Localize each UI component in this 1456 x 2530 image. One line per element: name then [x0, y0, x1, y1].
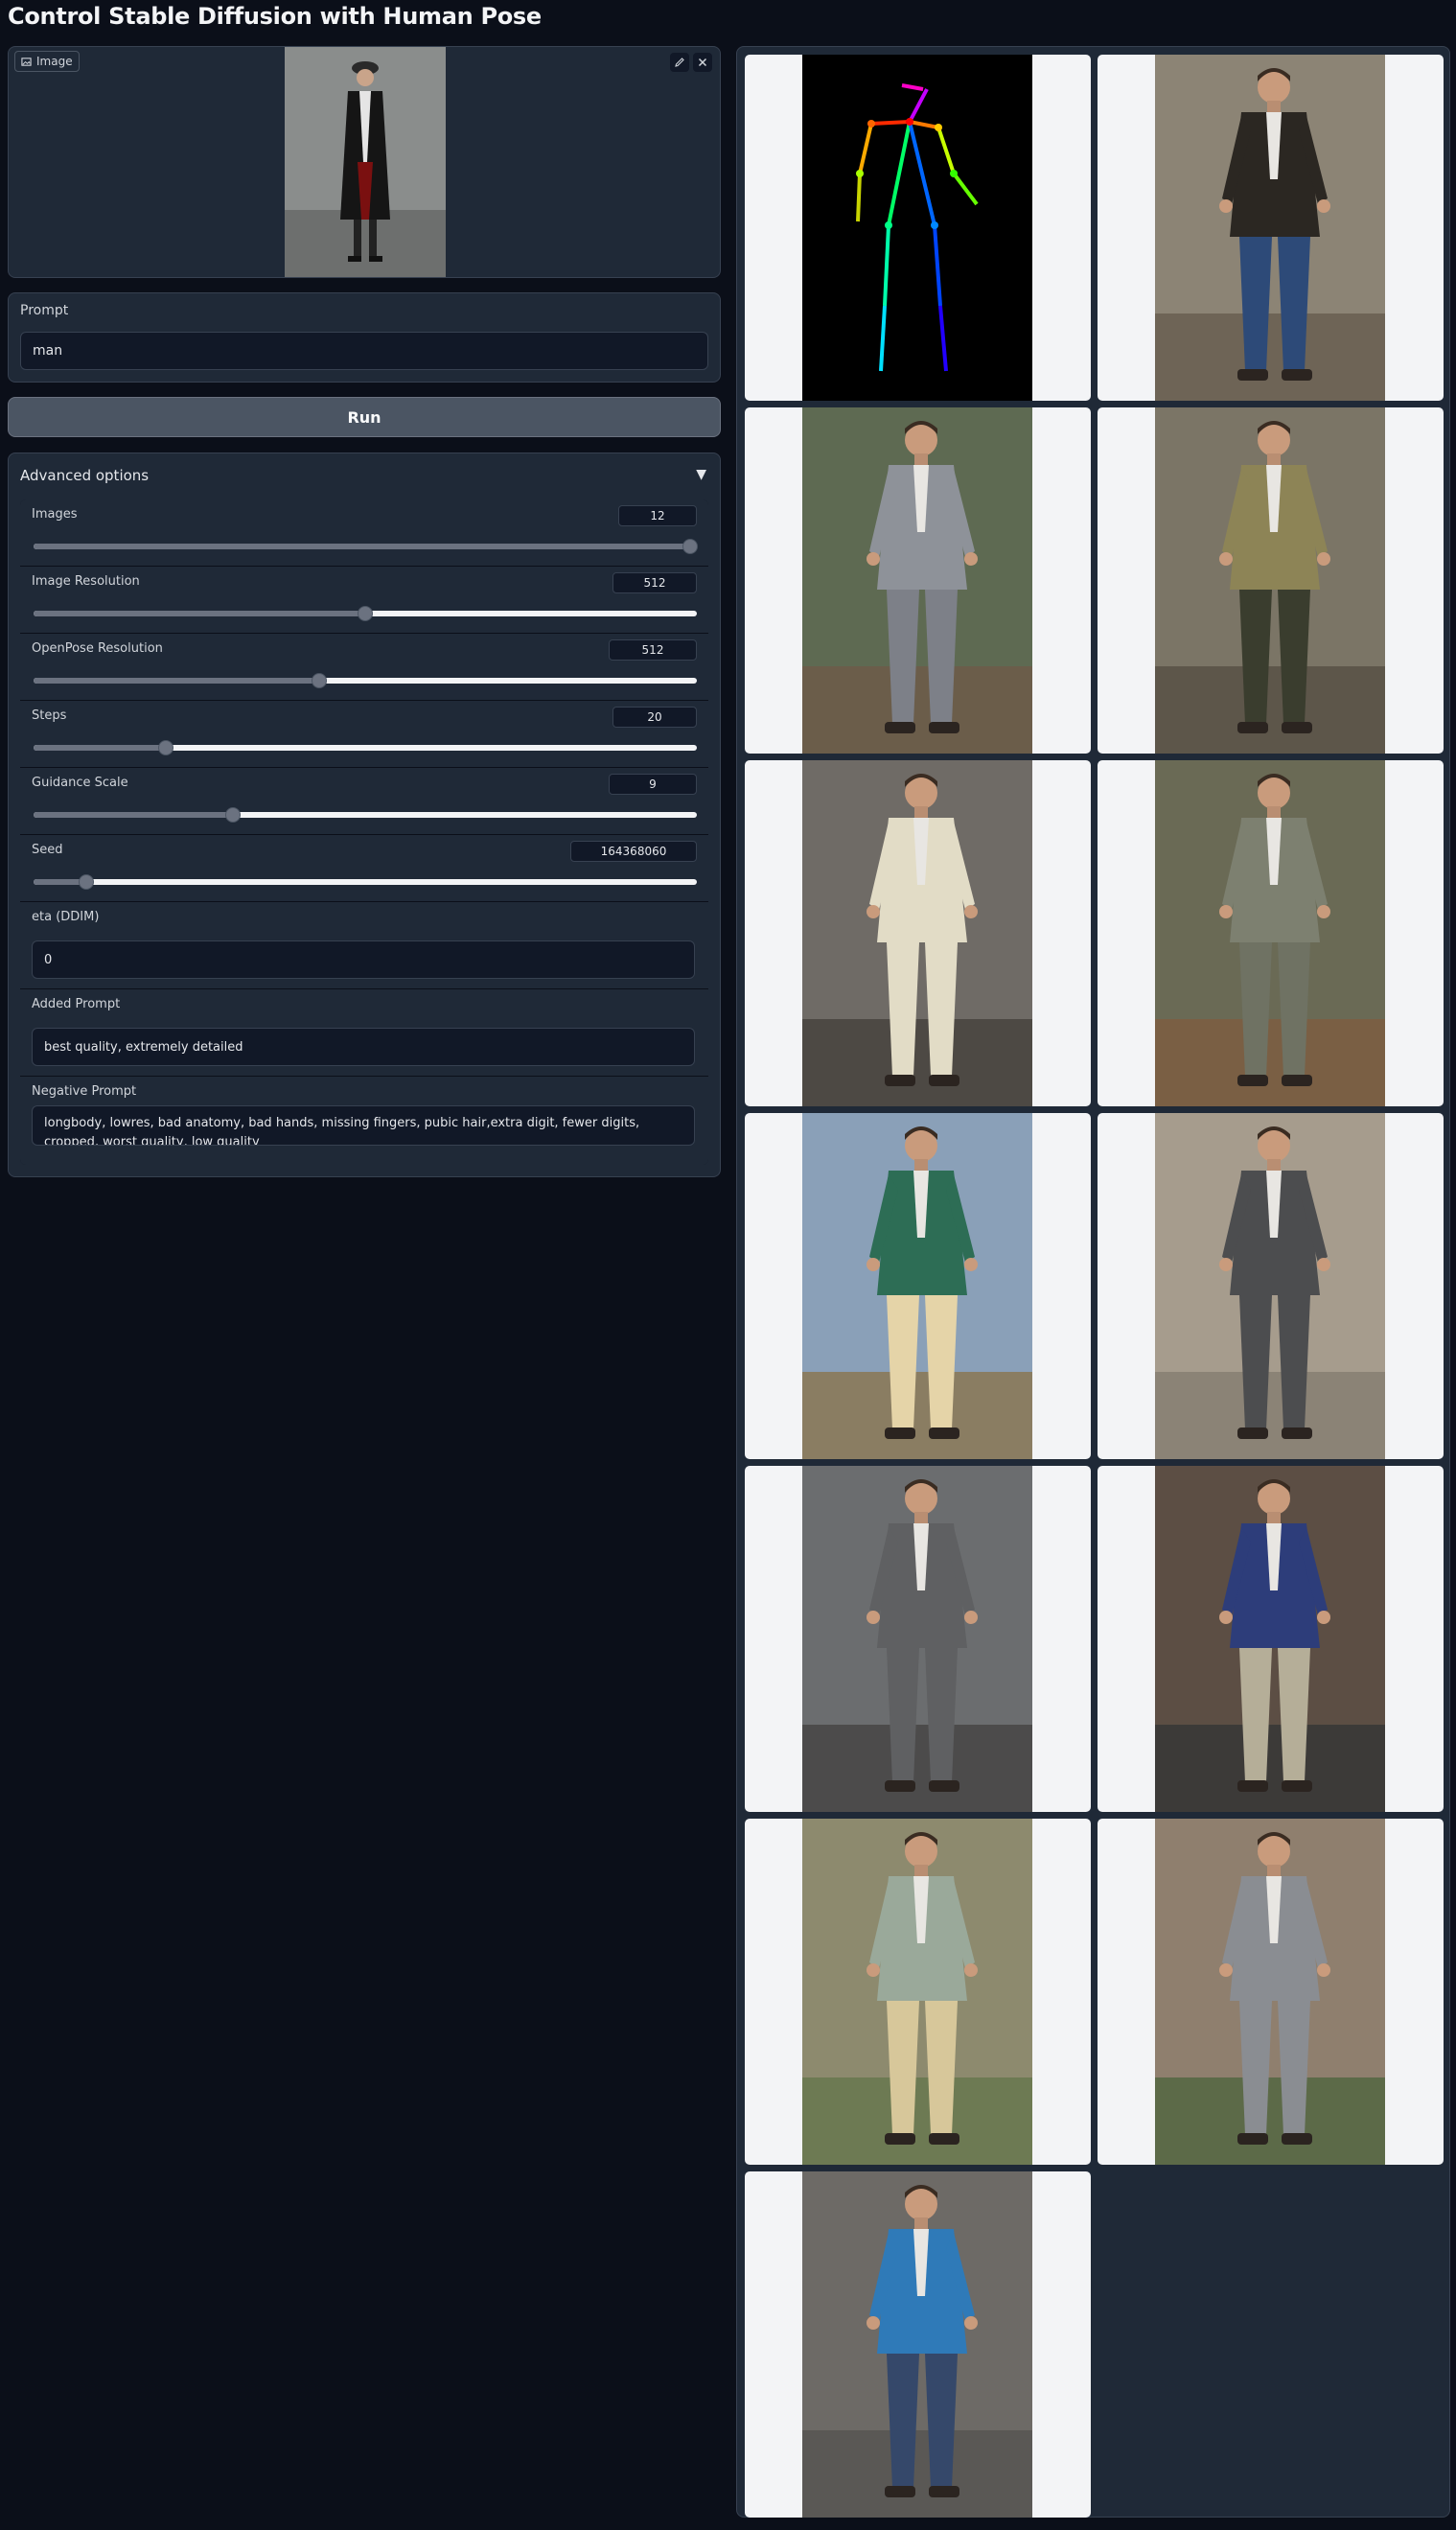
slider-track[interactable] — [34, 874, 697, 890]
slider-label: Images — [32, 507, 78, 522]
slider-number-input[interactable]: 164368060 — [570, 841, 697, 862]
slider-steps: Steps 20 — [20, 701, 708, 768]
slider-thumb[interactable] — [79, 874, 95, 890]
slider-thumb[interactable] — [311, 673, 327, 688]
pencil-icon — [675, 58, 684, 67]
slider-openpose-resolution: OpenPose Resolution 512 — [20, 634, 708, 701]
added-prompt-input[interactable]: best quality, extremely detailed — [32, 1028, 695, 1066]
gallery-item[interactable] — [745, 407, 1091, 754]
slider-thumb[interactable] — [358, 606, 373, 621]
eta-field: eta (DDIM) 0 — [20, 902, 708, 989]
image-label-text: Image — [36, 55, 73, 68]
slider-fill — [34, 812, 233, 818]
slider-label: Image Resolution — [32, 574, 140, 589]
slider-label: Steps — [32, 708, 67, 723]
slider-track[interactable] — [34, 606, 697, 621]
negative-prompt-input[interactable]: longbody, lowres, bad anatomy, bad hands… — [32, 1105, 695, 1146]
slider-thumb[interactable] — [682, 539, 699, 554]
run-button[interactable]: Run — [8, 397, 721, 437]
slider-label: Guidance Scale — [32, 776, 128, 790]
clear-image-button[interactable] — [693, 53, 712, 72]
image-label: Image — [14, 51, 80, 72]
generated-image — [1155, 1466, 1385, 1812]
gallery-item[interactable] — [745, 55, 1091, 401]
slider-fill — [34, 544, 691, 549]
prompt-input[interactable]: man — [20, 332, 708, 370]
slider-number-input[interactable]: 20 — [612, 707, 697, 728]
slider-seed: Seed 164368060 — [20, 835, 708, 902]
eta-label: eta (DDIM) — [32, 910, 100, 924]
result-gallery — [736, 46, 1450, 2518]
slider-number-input[interactable]: 512 — [612, 572, 697, 593]
gallery-item[interactable] — [1098, 407, 1444, 754]
edit-button[interactable] — [670, 53, 689, 72]
slider-image-resolution: Image Resolution 512 — [20, 567, 708, 634]
slider-guidance-scale: Guidance Scale 9 — [20, 768, 708, 835]
prompt-panel: Prompt man — [8, 292, 721, 383]
slider-track[interactable] — [34, 673, 697, 688]
gallery-item[interactable] — [745, 760, 1091, 1106]
slider-fill — [34, 678, 319, 684]
slider-number-input[interactable]: 9 — [609, 774, 697, 795]
gallery-item[interactable] — [745, 1466, 1091, 1812]
generated-image — [1155, 55, 1385, 401]
close-icon — [698, 58, 707, 67]
prompt-label: Prompt — [20, 303, 69, 318]
gallery-item[interactable] — [745, 2171, 1091, 2518]
advanced-options-body: Images 12 Image Resolution 512 OpenPose … — [20, 499, 708, 1165]
generated-image — [802, 1819, 1032, 2165]
gallery-item[interactable] — [1098, 1113, 1444, 1459]
pose-skeleton-image — [802, 55, 1032, 401]
slider-thumb[interactable] — [224, 807, 241, 823]
generated-image — [802, 2171, 1032, 2518]
slider-fill — [34, 745, 167, 751]
generated-image — [1155, 760, 1385, 1106]
generated-image — [1155, 1113, 1385, 1459]
image-upload-panel[interactable]: Image — [8, 46, 721, 278]
gallery-item[interactable] — [1098, 55, 1444, 401]
slider-label: Seed — [32, 843, 63, 857]
negative-prompt-label: Negative Prompt — [32, 1084, 137, 1099]
generated-image — [802, 407, 1032, 754]
generated-image — [802, 1466, 1032, 1812]
slider-track[interactable] — [34, 807, 697, 823]
slider-fill — [34, 611, 365, 616]
gallery-item[interactable] — [745, 1819, 1091, 2165]
added-prompt-field: Added Prompt best quality, extremely det… — [20, 989, 708, 1077]
accordion-toggle-icon[interactable]: ▼ — [696, 467, 706, 482]
gallery-item[interactable] — [745, 1113, 1091, 1459]
input-image — [285, 47, 446, 277]
generated-image — [802, 760, 1032, 1106]
eta-input[interactable]: 0 — [32, 940, 695, 979]
slider-track[interactable] — [34, 539, 699, 554]
advanced-options-title[interactable]: Advanced options — [20, 467, 149, 484]
page-title: Control Stable Diffusion with Human Pose — [8, 3, 542, 30]
added-prompt-label: Added Prompt — [32, 997, 121, 1011]
generated-image — [1155, 1819, 1385, 2165]
generated-image — [1155, 407, 1385, 754]
negative-prompt-field: Negative Prompt longbody, lowres, bad an… — [20, 1077, 708, 1165]
gallery-item[interactable] — [1098, 760, 1444, 1106]
gallery-item[interactable] — [1098, 1466, 1444, 1812]
slider-track[interactable] — [34, 740, 697, 755]
advanced-options-accordion: Advanced options ▼ Images 12 Image Resol… — [8, 453, 721, 1177]
gallery-item[interactable] — [1098, 1819, 1444, 2165]
slider-label: OpenPose Resolution — [32, 641, 163, 656]
slider-number-input[interactable]: 12 — [618, 505, 697, 526]
slider-images: Images 12 — [20, 499, 708, 567]
generated-image — [802, 1113, 1032, 1459]
slider-thumb[interactable] — [158, 740, 174, 755]
image-icon — [21, 57, 32, 66]
slider-number-input[interactable]: 512 — [609, 639, 697, 661]
